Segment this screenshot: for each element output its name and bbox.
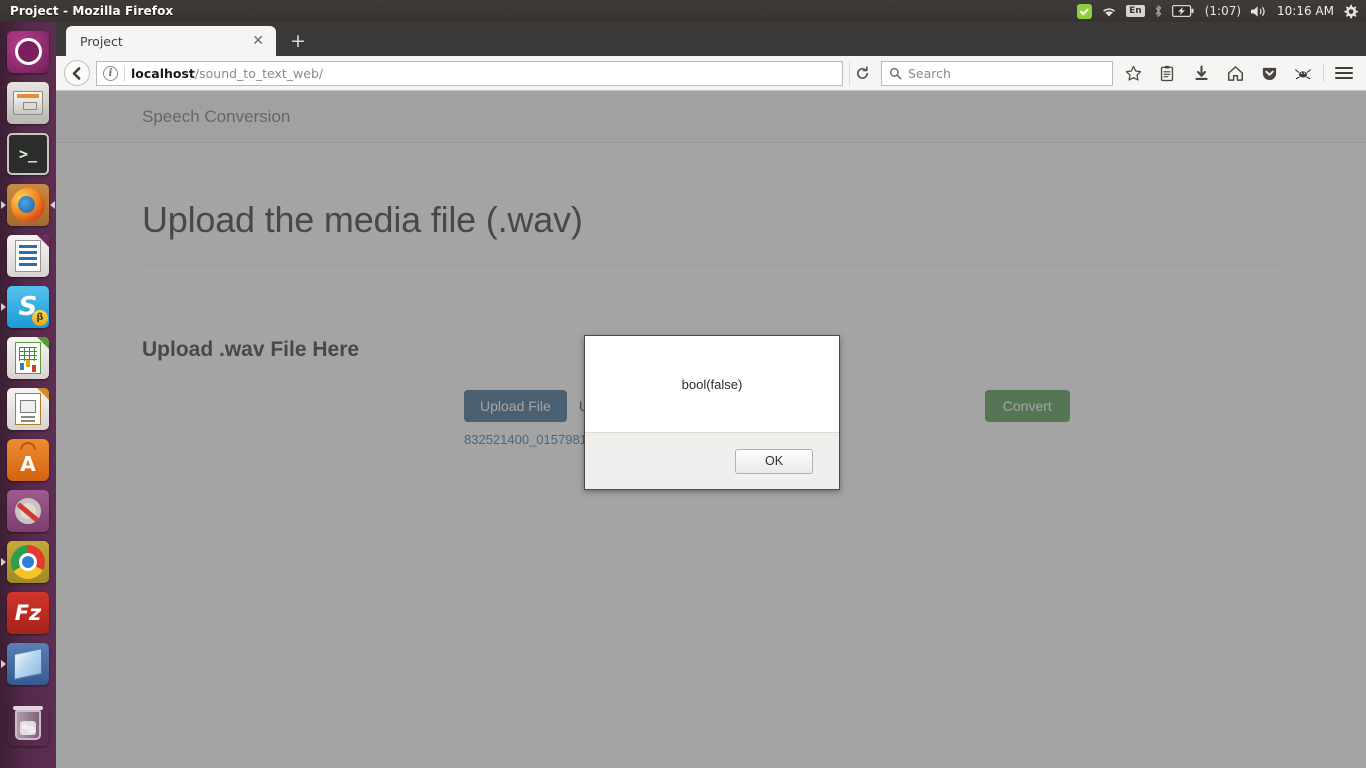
launcher-item-filezilla[interactable]: Fz <box>0 587 56 638</box>
launcher-item-trash[interactable] <box>0 699 56 750</box>
alert-body: bool(false) <box>585 336 839 432</box>
new-tab-button[interactable]: + <box>290 32 306 51</box>
launcher-item-system-settings[interactable] <box>0 485 56 536</box>
close-icon[interactable]: ✕ <box>248 34 268 48</box>
toolbar-separator <box>1323 64 1324 82</box>
running-indicator-left <box>1 302 6 311</box>
libreoffice-impress-icon <box>7 387 49 430</box>
virtualbox-icon <box>7 642 49 685</box>
search-icon <box>889 67 902 79</box>
alert-message: bool(false) <box>681 376 743 392</box>
launcher-item-libreoffice-impress[interactable] <box>0 383 56 434</box>
running-indicator-left <box>1 557 6 566</box>
skype-icon: S β <box>7 285 49 328</box>
ubuntu-top-panel: Project - Mozilla Firefox En (1:07) 10:1… <box>0 0 1366 22</box>
unity-launcher: >_ S β A Fz <box>0 22 56 768</box>
search-bar[interactable]: Search <box>881 60 1113 86</box>
libreoffice-calc-icon <box>7 336 49 379</box>
launcher-separator <box>0 689 56 699</box>
filezilla-icon: Fz <box>7 591 49 634</box>
url-bar[interactable]: i localhost/sound_to_text_web/ <box>96 60 843 86</box>
bookmark-star-icon[interactable] <box>1119 59 1147 87</box>
url-text: localhost/sound_to_text_web/ <box>131 66 323 81</box>
url-host: localhost <box>131 65 195 81</box>
launcher-item-virtualbox[interactable] <box>0 638 56 689</box>
firefox-icon <box>7 183 49 226</box>
launcher-item-libreoffice-writer[interactable] <box>0 230 56 281</box>
firefox-window: Project ✕ + i localhost/sound_to_text_we… <box>56 22 1366 768</box>
launcher-item-ubuntu-software[interactable]: A <box>0 434 56 485</box>
wifi-icon[interactable] <box>1101 5 1117 18</box>
pocket-icon[interactable] <box>1255 59 1283 87</box>
volume-icon[interactable] <box>1250 5 1268 18</box>
url-separator <box>124 65 125 81</box>
ubuntu-logo-icon <box>7 30 49 73</box>
trash-icon <box>7 704 49 746</box>
google-chrome-icon <box>7 540 49 583</box>
downloads-icon[interactable] <box>1187 59 1215 87</box>
reload-button[interactable] <box>849 60 875 86</box>
libreoffice-writer-icon <box>7 234 49 277</box>
bluetooth-icon[interactable] <box>1154 4 1163 18</box>
battery-charging-icon[interactable] <box>1171 5 1194 17</box>
terminal-icon: >_ <box>7 132 49 175</box>
ubuntu-software-icon: A <box>7 438 49 481</box>
clock[interactable]: 10:16 AM <box>1277 4 1334 18</box>
home-icon[interactable] <box>1221 59 1249 87</box>
launcher-item-files[interactable] <box>0 77 56 128</box>
running-indicator-left <box>1 200 6 209</box>
running-indicator-left <box>1 659 6 668</box>
launcher-item-terminal[interactable]: >_ <box>0 128 56 179</box>
files-icon <box>7 81 49 124</box>
keyboard-layout-indicator[interactable]: En <box>1126 5 1145 17</box>
updates-check-icon[interactable] <box>1077 3 1093 19</box>
navigation-toolbar: i localhost/sound_to_text_web/ Search <box>56 56 1366 91</box>
tab-label: Project <box>80 33 123 49</box>
running-indicator-right <box>50 200 55 209</box>
battery-time-remaining: (1:07) <box>1204 4 1242 18</box>
reading-list-icon[interactable] <box>1153 59 1181 87</box>
javascript-alert-dialog: bool(false) OK <box>584 335 840 490</box>
gear-icon[interactable] <box>1343 4 1358 19</box>
skype-beta-badge: β <box>32 309 48 326</box>
tab-project[interactable]: Project ✕ <box>66 26 276 56</box>
launcher-item-google-chrome[interactable] <box>0 536 56 587</box>
url-path: /sound_to_text_web/ <box>194 65 324 81</box>
system-tray: En (1:07) 10:16 AM <box>1077 3 1366 19</box>
launcher-item-skype[interactable]: S β <box>0 281 56 332</box>
window-title: Project - Mozilla Firefox <box>10 4 174 18</box>
search-placeholder: Search <box>908 65 951 81</box>
alert-ok-button[interactable]: OK <box>735 448 813 474</box>
launcher-item-ubuntu-dash[interactable] <box>0 26 56 77</box>
alert-footer: OK <box>585 432 839 489</box>
menu-hamburger-icon[interactable] <box>1330 59 1358 87</box>
addon-icon[interactable] <box>1289 59 1317 87</box>
launcher-item-libreoffice-calc[interactable] <box>0 332 56 383</box>
site-identity-icon[interactable]: i <box>103 65 118 81</box>
page-viewport: Speech Conversion Upload the media file … <box>56 91 1366 768</box>
launcher-item-firefox[interactable] <box>0 179 56 230</box>
back-button[interactable] <box>64 60 90 86</box>
tab-strip: Project ✕ + <box>56 22 1366 56</box>
system-settings-icon <box>7 489 49 532</box>
